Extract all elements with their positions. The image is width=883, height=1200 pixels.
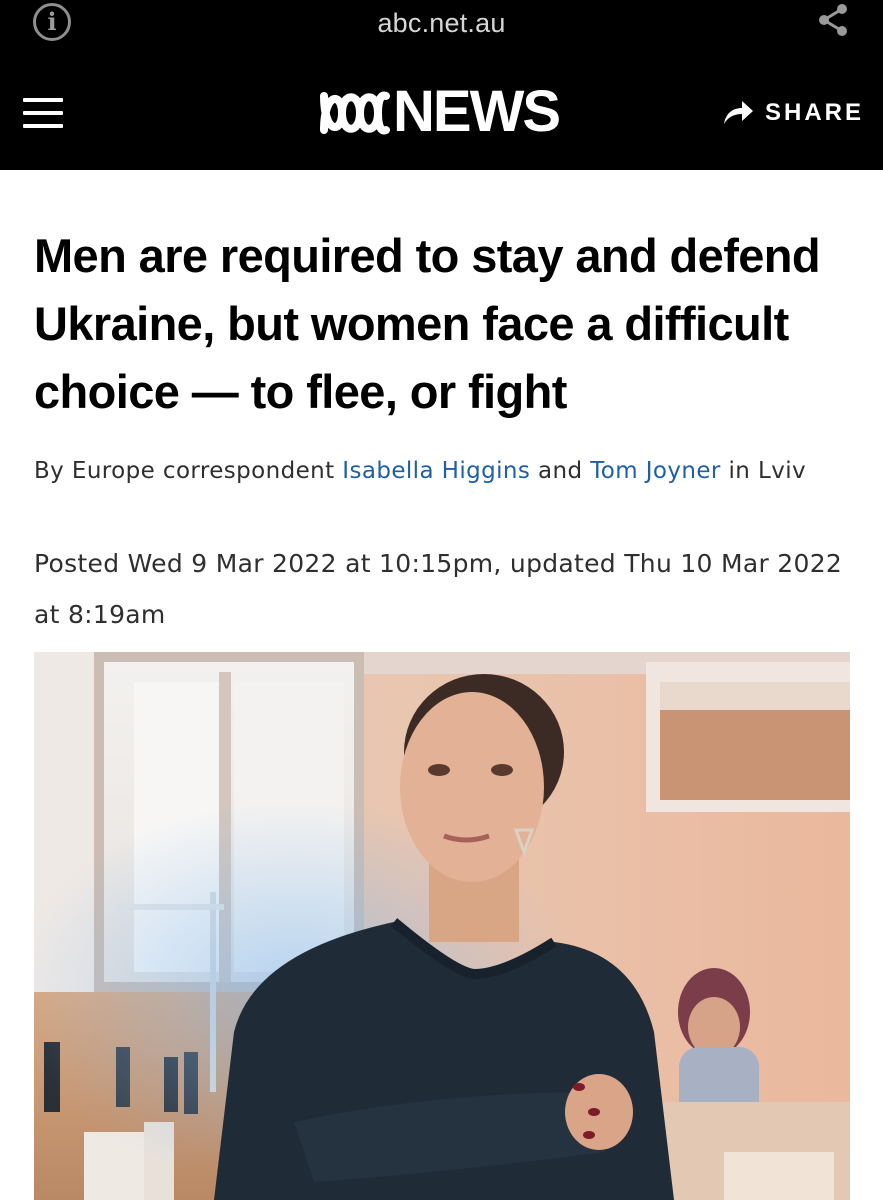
article-timestamp: Posted Wed 9 Mar 2022 at 10:15pm, update… bbox=[34, 549, 843, 629]
abc-lissajous-logo-icon bbox=[320, 91, 390, 135]
author-link-isabella-higgins[interactable]: Isabella Higgins bbox=[342, 458, 530, 484]
byline-suffix: in Lviv bbox=[720, 458, 807, 484]
hamburger-menu-icon[interactable] bbox=[23, 98, 63, 128]
share-nodes-icon[interactable] bbox=[815, 2, 851, 38]
site-header: NEWS SHARE bbox=[0, 54, 883, 170]
share-button[interactable]: SHARE bbox=[722, 96, 872, 132]
url-text[interactable]: abc.net.au bbox=[0, 8, 883, 39]
abc-news-logo[interactable]: NEWS bbox=[320, 79, 570, 144]
logo-text: NEWS bbox=[393, 79, 561, 144]
browser-url-bar: i abc.net.au bbox=[0, 0, 883, 54]
share-arrow-icon bbox=[724, 101, 753, 124]
article-photo[interactable] bbox=[34, 652, 850, 1200]
share-label: SHARE bbox=[765, 99, 865, 126]
author-link-tom-joyner[interactable]: Tom Joyner bbox=[590, 458, 721, 484]
article-byline: By Europe correspondent Isabella Higgins… bbox=[34, 450, 849, 493]
article-headline: Men are required to stay and defend Ukra… bbox=[34, 229, 821, 418]
byline-prefix: By Europe correspondent bbox=[34, 458, 343, 484]
byline-connector: and bbox=[530, 458, 591, 484]
